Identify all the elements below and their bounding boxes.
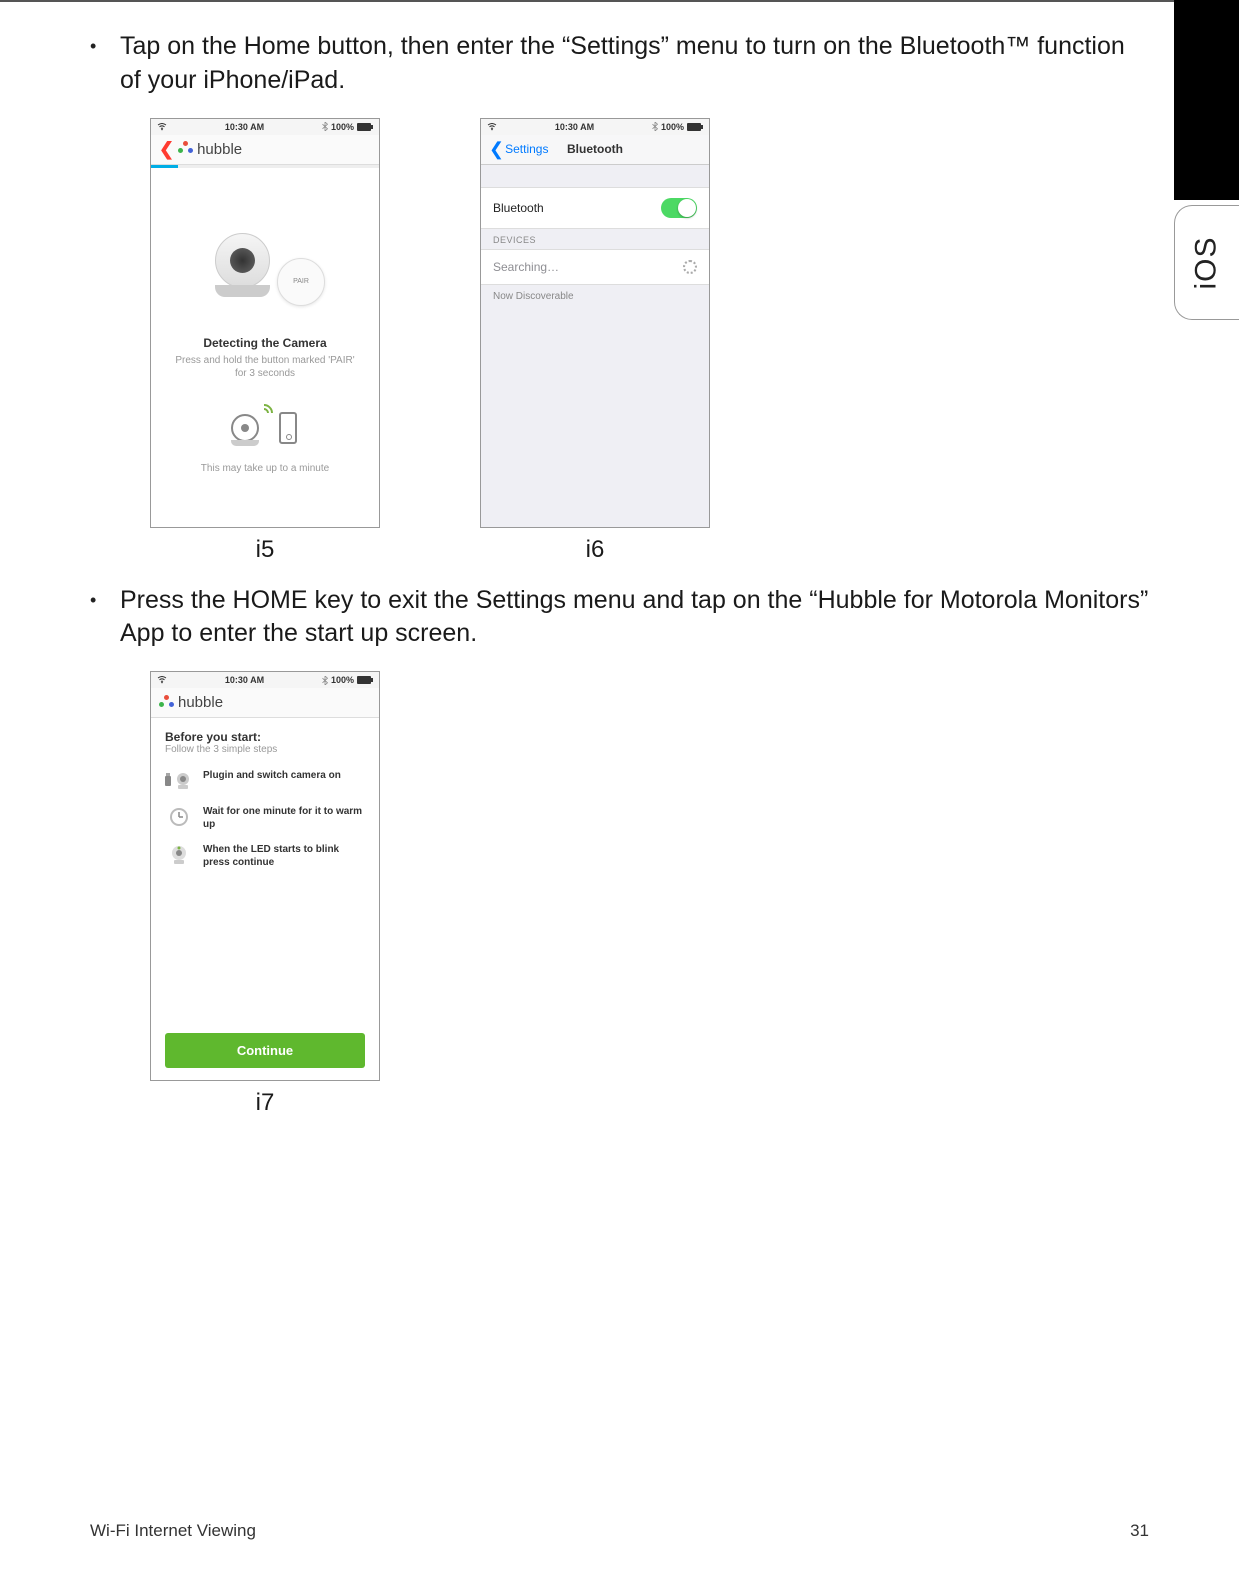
bluetooth-icon [322,122,328,131]
screenshot-i6: 10:30 AM 100% ❮ Settings [480,118,710,528]
top-rule [0,0,1174,2]
bullet-item-2: • Press the HOME key to exit the Setting… [90,584,1149,652]
before-start-heading: Before you start: [165,730,365,744]
i6-content: Bluetooth DEVICES Searching… Now Discove… [481,165,709,527]
continue-button[interactable]: Continue [165,1033,365,1068]
phone-icon [279,412,297,444]
hubble-logo-icon [159,695,175,711]
black-side-tab [1174,0,1239,200]
ios-side-tab: iOS [1174,205,1239,320]
status-time: 10:30 AM [555,122,594,132]
screenshot-i7-col: 10:30 AM 100% [150,671,380,1117]
hubble-logo: hubble [178,141,242,158]
searching-label: Searching… [493,260,559,274]
status-time: 10:30 AM [225,122,264,132]
status-bar: 10:30 AM 100% [481,119,709,135]
bullet-text-2: Press the HOME key to exit the Settings … [120,584,1149,652]
bluetooth-icon [652,122,658,131]
screenshot-i6-col: 10:30 AM 100% ❮ Settings [480,118,710,564]
bullet-dot: • [90,30,120,98]
led-camera-icon [165,843,193,867]
hubble-logo: hubble [159,694,223,711]
ios-tab-label: iOS [1190,236,1224,289]
bluetooth-toggle-row[interactable]: Bluetooth [481,187,709,229]
battery-icon [357,123,373,131]
detecting-title: Detecting the Camera [159,336,371,350]
hubble-nav-bar: hubble [151,688,379,718]
document-page: iOS • Tap on the Home button, then enter… [0,0,1239,1571]
footer-section-title: Wi-Fi Internet Viewing [90,1521,256,1541]
pair-button-illustration: PAIR [277,258,325,306]
clock-icon [165,805,193,829]
i7-content: Before you start: Follow the 3 simple st… [151,718,379,1080]
hubble-app-name: hubble [178,694,223,711]
detecting-footer: This may take up to a minute [159,463,371,474]
settings-back-button[interactable]: ❮ Settings [489,139,548,160]
page-footer: Wi-Fi Internet Viewing 31 [90,1521,1149,1541]
wifi-icon [157,123,167,131]
status-battery-text: 100% [661,122,684,132]
camera-illustration: PAIR [205,223,325,328]
step-3-text: When the LED starts to blink press conti… [203,843,365,869]
caption-i6: i6 [586,536,605,564]
battery-icon [357,676,373,684]
detecting-subtitle: Press and hold the button marked 'PAIR' … [159,354,371,380]
discoverable-label: Now Discoverable [481,285,709,308]
status-battery-text: 100% [331,675,354,685]
continue-label: Continue [237,1043,293,1058]
status-battery-text: 100% [331,122,354,132]
back-label: Settings [505,142,548,156]
status-bar: 10:30 AM 100% [151,119,379,135]
screenshots-row-1: 10:30 AM 100% ❮ [150,118,1149,564]
signal-icon [257,402,277,422]
bluetooth-row-label: Bluetooth [493,201,544,215]
status-time: 10:30 AM [225,675,264,685]
ios-nav-bar: ❮ Settings Bluetooth [481,135,709,165]
pairing-icons [225,400,305,455]
nav-title: Bluetooth [567,142,623,156]
screenshot-i5-col: 10:30 AM 100% ❮ [150,118,380,564]
plug-camera-icon [165,769,193,793]
searching-row: Searching… [481,249,709,285]
before-start-sub: Follow the 3 simple steps [165,744,365,755]
caption-i7: i7 [256,1089,275,1117]
bluetooth-icon [322,676,328,685]
step-3: When the LED starts to blink press conti… [165,843,365,869]
screenshot-i7: 10:30 AM 100% [150,671,380,1081]
bluetooth-toggle[interactable] [661,198,697,218]
step-2-text: Wait for one minute for it to warm up [203,805,365,831]
bullet-dot: • [90,584,120,652]
wifi-icon [487,123,497,131]
back-chevron-icon[interactable]: ❮ [159,139,174,160]
bullet-text-1: Tap on the Home button, then enter the “… [120,30,1149,98]
hubble-app-name: hubble [197,141,242,158]
i5-content: PAIR Detecting the Camera Press and hold… [151,168,379,484]
screenshot-i5: 10:30 AM 100% ❮ [150,118,380,528]
caption-i5: i5 [256,536,275,564]
battery-icon [687,123,703,131]
spinner-icon [683,260,697,274]
hubble-nav-bar: ❮ hubble [151,135,379,165]
status-bar: 10:30 AM 100% [151,672,379,688]
back-chevron-icon: ❮ [489,139,504,160]
screenshots-row-2: 10:30 AM 100% [150,671,1149,1117]
footer-page-number: 31 [1130,1521,1149,1541]
devices-header: DEVICES [481,229,709,249]
step-1-text: Plugin and switch camera on [203,769,341,782]
wifi-icon [157,676,167,684]
step-1: Plugin and switch camera on [165,769,365,793]
step-2: Wait for one minute for it to warm up [165,805,365,831]
bullet-item-1: • Tap on the Home button, then enter the… [90,30,1149,98]
hubble-logo-icon [178,141,194,157]
